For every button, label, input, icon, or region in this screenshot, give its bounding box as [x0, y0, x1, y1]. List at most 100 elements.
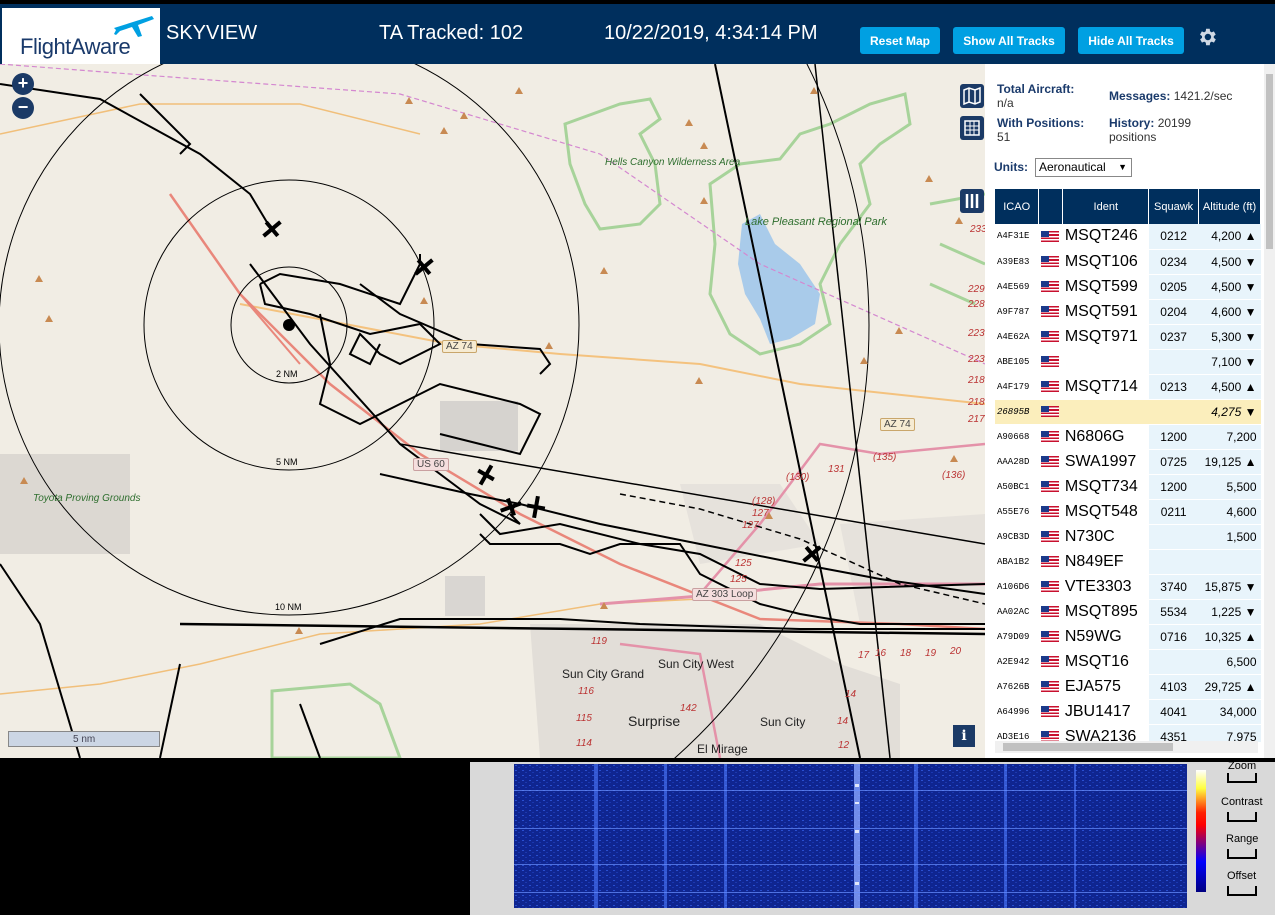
col-icao[interactable]: ICAO	[995, 189, 1040, 224]
ident-cell: MSQT106	[1062, 249, 1149, 275]
reset-map-button[interactable]: Reset Map	[860, 27, 940, 54]
range-slider[interactable]	[1227, 849, 1257, 859]
icao-cell: A90668	[995, 424, 1039, 450]
history-value: 20199	[1157, 116, 1192, 130]
table-row[interactable]: A50BC1 MSQT734 1200 5,500	[995, 474, 1261, 500]
ident-cell: MSQT548	[1062, 499, 1149, 525]
table-row[interactable]: AD3E16 SWA2136 4351 7,975	[995, 724, 1261, 742]
flag-cell	[1038, 299, 1063, 325]
squawk-cell: 0716	[1148, 624, 1199, 650]
col-altitude[interactable]: Altitude (ft)	[1198, 189, 1261, 224]
table-row[interactable]: A55E76 MSQT548 0211 4,600	[995, 499, 1261, 525]
altitude-cell: 5,500	[1198, 474, 1261, 500]
col-squawk[interactable]: Squawk	[1148, 189, 1200, 224]
column-toggle-icon[interactable]	[960, 189, 984, 213]
exit-label: 228	[968, 299, 985, 310]
altitude-cell: 4,500 ▼	[1198, 249, 1261, 275]
col-flag[interactable]	[1038, 189, 1064, 224]
scroll-thumb[interactable]	[1003, 743, 1173, 751]
road-az303: AZ 303 Loop	[692, 588, 758, 601]
altitude-cell: 7,975	[1198, 724, 1261, 742]
squawk-cell: 4351	[1148, 724, 1199, 742]
units-select[interactable]: Aeronautical ▼	[1035, 158, 1132, 177]
icao-cell: A39E83	[995, 249, 1039, 275]
table-row[interactable]: A4E62A MSQT971 0237 5,300 ▼	[995, 324, 1261, 350]
label-sun-city-west: Sun City West	[658, 657, 734, 671]
sidebar-vertical-scrollbar[interactable]	[1264, 64, 1275, 758]
table-row[interactable]: A90668 N6806G 1200 7,200	[995, 424, 1261, 450]
ident-cell: JBU1417	[1062, 699, 1149, 725]
label-el-mirage: El Mirage	[697, 742, 748, 756]
table-row[interactable]: A39E83 MSQT106 0234 4,500 ▼	[995, 249, 1261, 275]
table-row[interactable]: AA02AC MSQT895 5534 1,225 ▼	[995, 599, 1261, 625]
history-unit: positions	[1109, 130, 1157, 144]
zoom-in-button[interactable]: +	[12, 73, 34, 95]
waterfall-display[interactable]	[514, 764, 1187, 908]
aircraft-table: ICAO Ident Squawk Altitude (ft) A4F31E MS…	[995, 189, 1261, 742]
ident-cell: MSQT246	[1062, 224, 1149, 250]
table-row[interactable]: A2E942 MSQT16 6,500	[995, 649, 1261, 675]
ident-cell: N849EF	[1062, 549, 1149, 575]
stat-with-positions: With Positions: 51	[997, 116, 1084, 144]
scroll-thumb[interactable]	[1266, 74, 1273, 249]
us-flag-icon	[1040, 506, 1059, 518]
table-row[interactable]: ABE105 7,100 ▼	[995, 349, 1261, 375]
icao-cell: A9F787	[995, 299, 1039, 325]
table-row[interactable]: A106D6 VTE3303 3740 15,875 ▼	[995, 574, 1261, 600]
table-row[interactable]: ABA1B2 N849EF	[995, 549, 1261, 575]
flag-cell	[1038, 574, 1063, 600]
ident-cell: N730C	[1062, 524, 1149, 550]
icao-cell: A7626B	[995, 674, 1039, 700]
flightaware-logo[interactable]: FlightAware	[2, 8, 160, 66]
table-row[interactable]: 26895B 4,275 ▼	[995, 399, 1261, 425]
table-row[interactable]: A64996 JBU1417 4041 34,000	[995, 699, 1261, 725]
gear-icon[interactable]	[1196, 26, 1218, 48]
grid-toggle-icon[interactable]	[960, 116, 984, 140]
info-button[interactable]: i	[953, 725, 975, 747]
units-value: Aeronautical	[1039, 160, 1106, 174]
ident-cell: VTE3303	[1062, 574, 1149, 600]
col-ident[interactable]: Ident	[1062, 189, 1150, 224]
zoom-out-button[interactable]: −	[12, 97, 34, 119]
table-row[interactable]: A4E569 MSQT599 0205 4,500 ▼	[995, 274, 1261, 300]
table-row[interactable]: A4F179 MSQT714 0213 4,500 ▲	[995, 374, 1261, 400]
table-row[interactable]: A9F787 MSQT591 0204 4,600 ▼	[995, 299, 1261, 325]
messages-value: 1421.2/sec	[1173, 89, 1233, 103]
map-icon	[963, 86, 981, 106]
map-view[interactable]: + − 2 NM 5 NM 10 NM Hells Canyon Wildern…	[0, 64, 985, 758]
us-flag-icon	[1040, 581, 1059, 593]
zoom-slider[interactable]	[1227, 773, 1257, 783]
table-row[interactable]: A4F31E MSQT246 0212 4,200 ▲	[995, 224, 1261, 250]
show-all-tracks-button[interactable]: Show All Tracks	[953, 27, 1065, 54]
offset-slider[interactable]	[1227, 886, 1257, 896]
altitude-cell	[1198, 549, 1261, 575]
us-flag-icon	[1040, 706, 1059, 718]
table-row[interactable]: A79D09 N59WG 0716 10,325 ▲	[995, 624, 1261, 650]
ident-cell: MSQT591	[1062, 299, 1149, 325]
ident-cell: MSQT895	[1062, 599, 1149, 625]
table-row[interactable]: A9CB3D N730C 1,500	[995, 524, 1261, 550]
map-scale-bar: 5 nm	[8, 731, 160, 747]
altitude-cell: 4,200 ▲	[1198, 224, 1261, 250]
waterfall-spectrum	[514, 764, 1187, 908]
ident-cell: MSQT971	[1062, 324, 1149, 350]
exit-label: 223	[968, 328, 985, 339]
altitude-cell: 34,000	[1198, 699, 1261, 725]
table-row[interactable]: A7626B EJA575 4103 29,725 ▲	[995, 674, 1261, 700]
map-canvas	[0, 64, 985, 758]
icao-cell: AAA28D	[995, 449, 1039, 475]
squawk-cell	[1148, 524, 1199, 550]
contrast-slider[interactable]	[1227, 812, 1257, 822]
skyview-app: FlightAware SKYVIEW TA Tracked: 102 10/2…	[0, 0, 1275, 915]
hide-all-tracks-button[interactable]: Hide All Tracks	[1078, 27, 1184, 54]
map-layers-icon[interactable]	[960, 84, 984, 108]
exit-label: 218	[968, 375, 985, 386]
flag-cell	[1038, 349, 1063, 375]
icao-cell: AD3E16	[995, 724, 1039, 742]
squawk-cell: 0212	[1148, 224, 1199, 250]
flag-cell	[1038, 224, 1063, 250]
table-horizontal-scrollbar[interactable]	[995, 741, 1258, 753]
aircraft-table-container[interactable]: ICAO Ident Squawk Altitude (ft) A4F31E MS…	[995, 189, 1261, 742]
ident-cell: N6806G	[1062, 424, 1149, 450]
table-row[interactable]: AAA28D SWA1997 0725 19,125 ▲	[995, 449, 1261, 475]
